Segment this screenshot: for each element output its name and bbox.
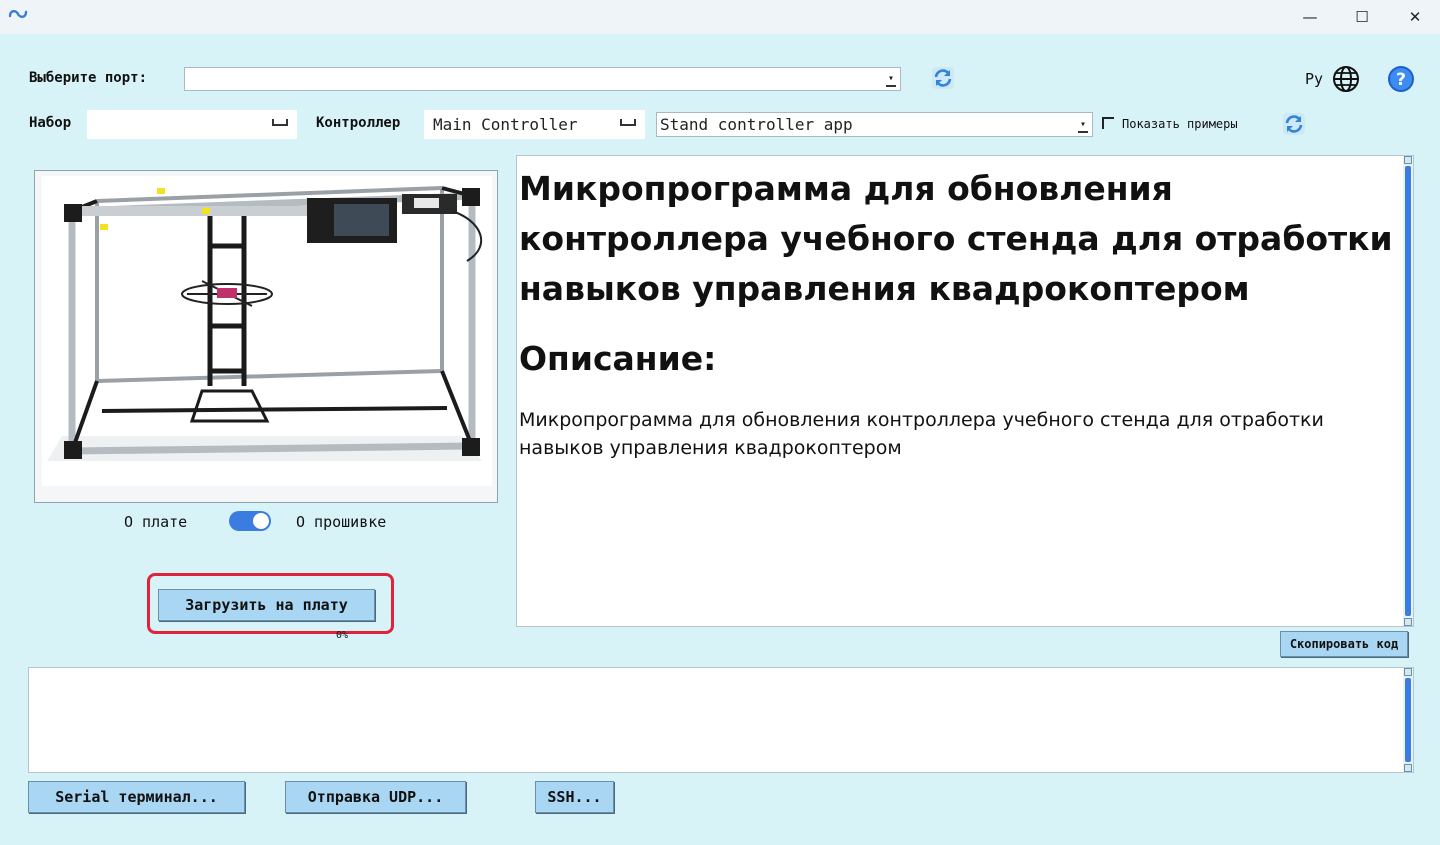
controller-select[interactable]: Main Controller xyxy=(424,110,645,139)
svg-text:?: ? xyxy=(1396,70,1406,90)
copy-code-button[interactable]: Скопировать код xyxy=(1280,631,1408,657)
controller-select-value: Main Controller xyxy=(433,115,578,134)
description-panel: Микропрограмма для обновления контроллер… xyxy=(516,155,1414,627)
close-button[interactable]: ✕ xyxy=(1389,0,1440,34)
log-output[interactable] xyxy=(28,667,1414,773)
about-toggle[interactable] xyxy=(229,511,271,531)
upload-progress-text: 0% xyxy=(336,630,349,641)
toggle-knob xyxy=(253,513,269,529)
description-heading: Описание: xyxy=(519,339,717,378)
upload-button[interactable]: Загрузить на плату xyxy=(158,589,375,621)
chevron-down-icon: ▾ xyxy=(1078,120,1088,133)
title-bar xyxy=(0,0,1440,34)
kit-select[interactable] xyxy=(87,110,297,139)
kit-label: Набор xyxy=(29,115,72,131)
controller-label: Контроллер xyxy=(316,115,401,131)
firmware-select[interactable]: Stand controller app ▾ xyxy=(656,112,1093,137)
show-examples-label[interactable]: Показать примеры xyxy=(1122,117,1238,131)
toggle-left-label: О плате xyxy=(124,513,188,531)
description-scrollbar[interactable] xyxy=(1403,156,1413,626)
maximize-button[interactable]: ☐ xyxy=(1336,0,1388,34)
toggle-right-label: О прошивке xyxy=(296,513,387,531)
description-text: Микропрограмма для обновления контроллер… xyxy=(519,409,1324,459)
firmware-title: Микропрограмма для обновления контроллер… xyxy=(519,169,1393,308)
globe-icon[interactable] xyxy=(1332,65,1360,93)
port-select[interactable]: ▾ xyxy=(184,67,901,91)
log-text xyxy=(29,668,1413,676)
udp-send-button[interactable]: Отправка UDP... xyxy=(285,781,466,813)
refresh-icon[interactable] xyxy=(931,66,955,90)
board-image-frame xyxy=(34,170,498,503)
chevron-down-icon xyxy=(620,119,636,126)
show-examples-checkbox[interactable] xyxy=(1102,117,1114,129)
port-label: Выберите порт: xyxy=(29,70,148,86)
minimize-button[interactable]: — xyxy=(1284,0,1336,34)
board-image xyxy=(42,176,492,486)
chevron-down-icon xyxy=(272,119,288,126)
firmware-select-value: Stand controller app xyxy=(660,115,853,134)
log-scrollbar[interactable] xyxy=(1403,668,1413,772)
language-label[interactable]: Ру xyxy=(1305,70,1323,88)
serial-terminal-button[interactable]: Serial терминал... xyxy=(28,781,245,813)
chevron-down-icon: ▾ xyxy=(886,74,896,87)
ssh-button[interactable]: SSH... xyxy=(535,781,614,813)
app-logo-icon xyxy=(8,10,28,18)
help-icon[interactable]: ? xyxy=(1387,65,1415,93)
refresh-icon[interactable] xyxy=(1282,112,1306,136)
